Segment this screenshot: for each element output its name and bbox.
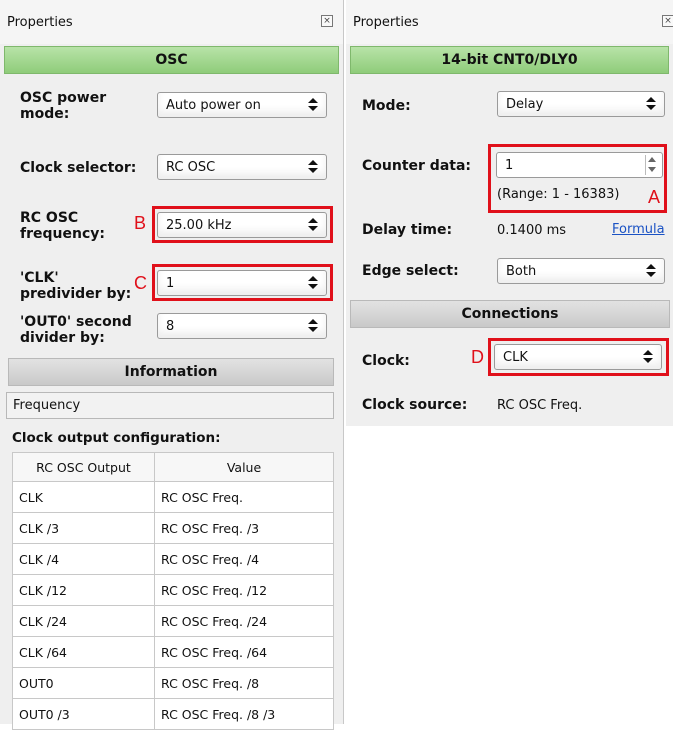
- mode-label: Mode:: [362, 98, 411, 114]
- annotation-b: B: [134, 213, 147, 233]
- rc-osc-frequency-label: RC OSC frequency:: [20, 210, 105, 242]
- table-cell-output: CLK /12: [12, 574, 155, 606]
- table-cell-output: CLK: [12, 481, 155, 513]
- updown-arrow-icon: [646, 263, 656, 279]
- counter-data-spinbox[interactable]: 1: [496, 152, 663, 178]
- updown-arrow-icon: [308, 275, 318, 291]
- table-cell-value: RC OSC Freq.: [154, 481, 334, 513]
- table-cell-output: OUT0: [12, 667, 155, 699]
- left-close-icon[interactable]: ×: [321, 15, 333, 27]
- annotation-d: D: [471, 347, 484, 367]
- updown-arrow-icon: [308, 318, 318, 334]
- table-cell-value: RC OSC Freq. /12: [154, 574, 334, 606]
- out0-divider-value: 8: [166, 319, 175, 334]
- table-row: CLK /12 RC OSC Freq. /12: [12, 574, 334, 606]
- clock-output-table: RC OSC Output Value CLK RC OSC Freq. CLK …: [12, 452, 334, 730]
- table-row: CLK /64 RC OSC Freq. /64: [12, 636, 334, 668]
- table-cell-value: RC OSC Freq. /4: [154, 543, 334, 575]
- clock-selector-select[interactable]: RC OSC: [157, 154, 327, 180]
- table-cell-value: RC OSC Freq. /8: [154, 667, 334, 699]
- clock-output-configuration-title: Clock output configuration:: [12, 430, 221, 446]
- table-cell-value: RC OSC Freq. /8 /3: [154, 698, 334, 730]
- rc-osc-frequency-select[interactable]: 25.00 kHz: [157, 212, 327, 238]
- table-row: CLK RC OSC Freq.: [12, 481, 334, 513]
- out0-divider-select[interactable]: 8: [157, 313, 327, 339]
- clock-selector-value: RC OSC: [166, 160, 216, 175]
- frequency-box: Frequency: [6, 392, 334, 419]
- information-section-header: Information: [8, 358, 334, 386]
- updown-arrow-icon: [646, 96, 656, 112]
- formula-link[interactable]: Formula: [612, 222, 665, 237]
- updown-arrow-icon: [643, 349, 653, 365]
- counter-data-label: Counter data:: [362, 158, 471, 174]
- left-panel-title: Properties: [7, 15, 73, 30]
- mode-select[interactable]: Delay: [497, 91, 665, 117]
- clock-source-value: RC OSC Freq.: [497, 398, 583, 413]
- right-title-bar: Properties ×: [346, 0, 673, 44]
- updown-arrow-icon: [308, 217, 318, 233]
- table-row: CLK /4 RC OSC Freq. /4: [12, 543, 334, 575]
- delay-time-label: Delay time:: [362, 222, 453, 238]
- osc-power-mode-value: Auto power on: [166, 98, 261, 113]
- clock-selector-label: Clock selector:: [20, 160, 137, 176]
- osc-power-mode-select[interactable]: Auto power on: [157, 92, 327, 118]
- clk-predivider-label: 'CLK' predivider by:: [20, 270, 132, 302]
- rc-osc-frequency-value: 25.00 kHz: [166, 218, 232, 233]
- table-cell-output: CLK /64: [12, 636, 155, 668]
- updown-arrow-icon: [308, 159, 318, 175]
- clock-select[interactable]: CLK: [494, 344, 662, 370]
- annotation-a: A: [648, 187, 661, 207]
- table-cell-value: RC OSC Freq. /24: [154, 605, 334, 637]
- out0-divider-label: 'OUT0' second divider by:: [20, 314, 132, 346]
- left-title-bar: Properties ×: [0, 0, 343, 44]
- clock-label: Clock:: [362, 353, 410, 369]
- edge-select-label: Edge select:: [362, 263, 459, 279]
- osc-section-header: OSC: [4, 46, 339, 74]
- table-row: OUT0 RC OSC Freq. /8: [12, 667, 334, 699]
- table-row: CLK /24 RC OSC Freq. /24: [12, 605, 334, 637]
- spin-arrows-icon[interactable]: [645, 155, 659, 175]
- cnt0-section-header: 14-bit CNT0/DLY0: [350, 46, 669, 74]
- connections-section-header: Connections: [350, 300, 670, 328]
- table-row: CLK /3 RC OSC Freq. /3: [12, 512, 334, 544]
- annotation-c: C: [134, 273, 147, 293]
- table-cell-output: CLK /4: [12, 543, 155, 575]
- right-panel-title: Properties: [353, 15, 419, 30]
- updown-arrow-icon: [308, 97, 318, 113]
- table-cell-output: CLK /3: [12, 512, 155, 544]
- table-cell-value: RC OSC Freq. /3: [154, 512, 334, 544]
- clk-predivider-select[interactable]: 1: [157, 270, 327, 296]
- table-cell-output: OUT0 /3: [12, 698, 155, 730]
- osc-power-mode-label: OSC power mode:: [20, 90, 107, 122]
- column-header-rc-osc-output: RC OSC Output: [12, 452, 155, 482]
- edge-select-select[interactable]: Both: [497, 258, 665, 284]
- mode-value: Delay: [506, 97, 544, 112]
- counter-data-value: 1: [505, 158, 514, 173]
- frequency-label: Frequency: [13, 398, 81, 413]
- clock-source-label: Clock source:: [362, 397, 468, 413]
- counter-data-range: (Range: 1 - 16383): [497, 187, 620, 202]
- right-close-icon[interactable]: ×: [662, 15, 673, 27]
- delay-time-value: 0.1400 ms: [497, 223, 567, 238]
- cnt0-properties-panel: Properties × 14-bit CNT0/DLY0 Mode: Dela…: [346, 0, 673, 426]
- table-cell-value: RC OSC Freq. /64: [154, 636, 334, 668]
- clk-predivider-value: 1: [166, 276, 175, 291]
- edge-select-value: Both: [506, 264, 537, 279]
- column-header-value: Value: [154, 452, 334, 482]
- table-row: OUT0 /3 RC OSC Freq. /8 /3: [12, 698, 334, 730]
- osc-properties-panel: Properties × OSC OSC power mode: Auto po…: [0, 0, 344, 730]
- clock-value: CLK: [503, 350, 528, 365]
- table-cell-output: CLK /24: [12, 605, 155, 637]
